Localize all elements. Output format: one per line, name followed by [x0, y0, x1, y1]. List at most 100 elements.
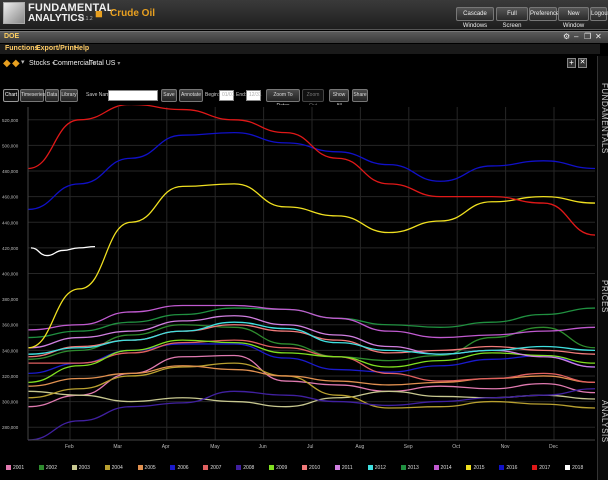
legend-label: 2009: [276, 465, 288, 471]
restore-icon[interactable]: ❐: [584, 32, 591, 41]
minimize-icon[interactable]: –: [574, 32, 578, 41]
legend-item-2001[interactable]: 2001: [6, 465, 24, 471]
chart-toolbar: Chart Timeseries Data Library Save Name:…: [0, 89, 597, 109]
selector-stocks[interactable]: Stocks ▾: [29, 60, 55, 67]
tab-timeseries[interactable]: Timeseries: [20, 89, 45, 102]
legend-label: 2001: [13, 465, 25, 471]
tab-prices[interactable]: PRICES: [598, 266, 608, 326]
zoom-out-button[interactable]: Zoom Out: [302, 89, 324, 109]
save-button[interactable]: Save: [161, 89, 177, 102]
legend-label: 2007: [210, 465, 222, 471]
x-tick-label: Dec: [549, 444, 558, 450]
legend-swatch: [71, 465, 77, 471]
legend-label: 2012: [374, 465, 386, 471]
add-icon[interactable]: +: [567, 58, 576, 68]
begin-date-input[interactable]: 01/01: [219, 90, 235, 101]
show-all-button[interactable]: Show All: [329, 89, 349, 109]
x-tick-label: Feb: [65, 444, 74, 450]
legend-item-2006[interactable]: 2006: [170, 465, 189, 471]
x-tick-label: Aug: [355, 444, 364, 450]
chevron-down-icon[interactable]: ▾: [21, 58, 25, 66]
legend-swatch: [565, 465, 571, 471]
line-chart[interactable]: 280,000 300,000 320,000 340,000 360,000 380,0…: [0, 105, 597, 460]
legend-item-2016[interactable]: 2016: [499, 465, 517, 471]
preferences-button[interactable]: Preferences: [529, 7, 562, 21]
legend-item-2011[interactable]: 2011: [334, 465, 353, 471]
legend-label: 2002: [45, 465, 57, 471]
x-tick-label: Jun: [259, 444, 267, 450]
close-icon[interactable]: ✕: [595, 32, 602, 41]
x-tick-label: May: [210, 444, 220, 450]
annotate-button[interactable]: Annotate: [179, 89, 203, 102]
x-tick-label: Nov: [501, 444, 510, 450]
y-tick-label: 500,000: [2, 143, 19, 148]
settings-icon[interactable]: ⚙: [563, 32, 570, 41]
oil-drop-icon: ■: [95, 6, 103, 21]
nav-arrows-icon[interactable]: ◆: [12, 58, 20, 69]
tab-fundamentals[interactable]: FUNDAMENTALS: [598, 68, 608, 168]
legend-item-2018[interactable]: 2018: [565, 465, 583, 471]
legend-swatch: [334, 465, 340, 471]
tab-data[interactable]: Data: [45, 89, 59, 102]
logout-button[interactable]: Logout: [590, 7, 608, 21]
legend-item-2014[interactable]: 2014: [433, 465, 452, 471]
app-logo-icon: [3, 2, 25, 24]
y-tick-label: 400,000: [2, 272, 19, 277]
legend-label: 2003: [78, 465, 90, 471]
cascade-windows-button[interactable]: Cascade Windows: [456, 7, 494, 29]
legend-item-2007[interactable]: 2007: [203, 465, 221, 471]
legend-label: 2014: [440, 465, 452, 471]
legend-swatch: [400, 465, 406, 471]
legend-label: 2018: [572, 465, 584, 471]
tab-library[interactable]: Library: [60, 89, 78, 102]
logo-line2: ANALYTICS: [28, 13, 85, 24]
y-tick-label: 340,000: [2, 348, 19, 353]
x-tick-label: Jul: [307, 444, 313, 450]
legend-label: 2005: [144, 465, 156, 471]
begin-label: Begin:: [205, 92, 220, 98]
legend-item-2004[interactable]: 2004: [104, 465, 123, 471]
legend-item-2010[interactable]: 2010: [302, 465, 320, 471]
selector-bar: ◆ ◆ ▾ Stocks ▾ Commercial ▾ Total US ▾ +…: [0, 56, 600, 72]
y-tick-label: 280,000: [2, 425, 19, 430]
legend-label: 2008: [243, 465, 255, 471]
menu-functions[interactable]: Functions: [5, 45, 38, 52]
menu-export-print[interactable]: Export/Print: [36, 45, 76, 52]
legend-item-2017[interactable]: 2017: [532, 465, 550, 471]
legend-item-2003[interactable]: 2003: [71, 465, 90, 471]
menu-bar: Functions Export/Print Help: [0, 44, 600, 54]
legend-swatch: [433, 465, 439, 471]
menu-help[interactable]: Help: [74, 45, 89, 52]
legend-item-2013[interactable]: 2013: [400, 465, 419, 471]
legend-item-2002[interactable]: 2002: [38, 465, 57, 471]
legend-item-2012[interactable]: 2012: [367, 465, 386, 471]
chart-legend: 2001 2002 2003 2004 2005 2006 2007 2008 2009 2010…: [0, 462, 597, 476]
nav-arrows-icon[interactable]: ◆: [3, 58, 11, 69]
chart-background: [0, 105, 597, 460]
legend-swatch: [367, 465, 373, 471]
legend-item-2005[interactable]: 2005: [137, 465, 156, 471]
legend-label: 2010: [309, 465, 321, 471]
tab-analysis[interactable]: ANALYSIS: [598, 386, 608, 456]
close-icon[interactable]: ✕: [578, 58, 587, 68]
legend-label: 2017: [539, 465, 551, 471]
legend-item-2009[interactable]: 2009: [269, 465, 287, 471]
zoom-to-dates-button[interactable]: Zoom To Dates: [266, 89, 300, 109]
end-date-input[interactable]: 12/31: [246, 90, 262, 101]
legend-swatch: [236, 465, 242, 471]
save-name-input[interactable]: [108, 90, 158, 101]
logo-version: v4.1.2: [79, 16, 93, 22]
legend-item-2015[interactable]: 2015: [466, 465, 485, 471]
chart-area[interactable]: 280,000 300,000 320,000 340,000 360,000 380,0…: [0, 105, 597, 460]
new-window-button[interactable]: New Window: [558, 7, 589, 29]
legend-swatch: [203, 465, 209, 471]
tab-chart[interactable]: Chart: [3, 89, 19, 102]
legend-item-2008[interactable]: 2008: [236, 465, 254, 471]
legend-swatch: [104, 465, 110, 471]
share-button[interactable]: Share: [352, 89, 368, 102]
full-screen-button[interactable]: Full Screen: [496, 7, 528, 29]
legend-swatch: [137, 465, 143, 471]
legend-label: 2006: [177, 465, 189, 471]
selector-total-us[interactable]: Total US ▾: [89, 60, 120, 67]
panel-title: DOE: [4, 33, 20, 40]
